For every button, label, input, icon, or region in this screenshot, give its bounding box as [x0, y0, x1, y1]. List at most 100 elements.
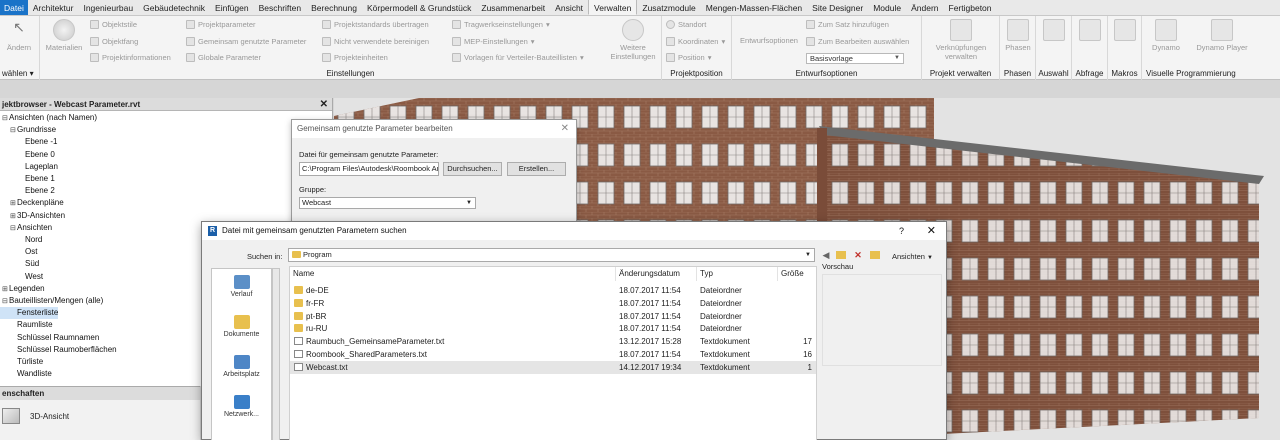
- tree-item[interactable]: Fensterliste: [0, 307, 59, 320]
- panel-schedule-templates-button[interactable]: Vorlagen für Verteiler-Bauteillisten ▾: [452, 53, 584, 62]
- tab-ändern[interactable]: Ändern: [906, 0, 943, 15]
- tree-item[interactable]: ⊞Deckenpläne: [0, 197, 64, 209]
- selection-button[interactable]: [1042, 19, 1066, 43]
- delete-icon[interactable]: ✕: [853, 250, 863, 260]
- macros-button[interactable]: [1113, 19, 1137, 43]
- file-row[interactable]: pt-BR 18.07.2017 11:54 Dateiordner: [290, 310, 816, 323]
- file-row[interactable]: ru-RU 18.07.2017 11:54 Dateiordner: [290, 322, 816, 335]
- close-icon[interactable]: ✕: [320, 98, 328, 111]
- position-button[interactable]: Position ▾: [666, 53, 711, 62]
- tree-item[interactable]: Schlüssel Raumoberflächen: [0, 344, 117, 356]
- tab-datei[interactable]: Datei: [0, 0, 28, 15]
- column-header-size[interactable]: Größe: [778, 267, 816, 281]
- tab-gebäudetechnik[interactable]: Gebäudetechnik: [138, 0, 210, 15]
- up-folder-icon[interactable]: [836, 251, 846, 259]
- expand-toggle-icon[interactable]: ⊞: [10, 198, 17, 210]
- expand-toggle-icon[interactable]: ⊞: [2, 284, 9, 296]
- mep-settings-button[interactable]: MEP-Einstellungen ▾: [452, 37, 535, 46]
- dynamo-button[interactable]: Dynamo: [1146, 19, 1186, 52]
- look-in-select[interactable]: Program ▼: [288, 248, 815, 262]
- tree-item[interactable]: Raumliste: [0, 319, 53, 331]
- tree-item[interactable]: Ebene 2: [0, 185, 55, 197]
- expand-toggle-icon[interactable]: ⊟: [2, 113, 9, 125]
- tab-körpermodell-grundstück[interactable]: Körpermodell & Grundstück: [362, 0, 476, 15]
- expand-toggle-icon[interactable]: ⊞: [10, 211, 17, 223]
- file-row[interactable]: de-DE 18.07.2017 11:54 Dateiordner: [290, 284, 816, 297]
- manage-links-button[interactable]: Verknüpfungen verwalten: [924, 19, 998, 61]
- tree-item[interactable]: ⊟Bauteillisten/Mengen (alle): [0, 295, 103, 307]
- materials-button[interactable]: Materialien: [44, 19, 84, 52]
- tab-einfügen[interactable]: Einfügen: [210, 0, 254, 15]
- tree-item[interactable]: Nord: [0, 234, 42, 246]
- tree-item[interactable]: Ebene -1: [0, 136, 57, 148]
- tree-item[interactable]: Wandliste: [0, 368, 52, 380]
- file-row[interactable]: Raumbuch_GemeinsameParameter.txt 13.12.20…: [290, 335, 816, 348]
- structural-settings-button[interactable]: Tragwerkseinstellungen ▾: [452, 20, 550, 29]
- expand-toggle-icon[interactable]: ⊟: [10, 223, 17, 235]
- tab-ingenieurbau[interactable]: Ingenieurbau: [78, 0, 138, 15]
- phases-button[interactable]: Phasen: [1002, 19, 1034, 52]
- tree-item[interactable]: ⊟Ansichten: [0, 222, 52, 234]
- tab-module[interactable]: Module: [868, 0, 906, 15]
- pick-to-edit-button[interactable]: Zum Bearbeiten auswählen: [806, 37, 909, 46]
- project-info-button[interactable]: Projektinformationen: [90, 53, 171, 62]
- file-row[interactable]: fr-FR 18.07.2017 11:54 Dateiordner: [290, 297, 816, 310]
- type-selector[interactable]: 3D-Ansicht: [0, 400, 200, 432]
- purge-unused-button[interactable]: Nicht verwendete bereinigen: [322, 37, 429, 46]
- tree-item[interactable]: Ebene 0: [0, 149, 55, 161]
- modify-button[interactable]: ↖ Ändern: [2, 19, 36, 52]
- coordinates-button[interactable]: Koordinaten ▾: [666, 37, 725, 46]
- tree-item[interactable]: ⊞Legenden: [0, 283, 45, 295]
- tab-mengen-massen-flächen[interactable]: Mengen-Massen-Flächen: [701, 0, 807, 15]
- tree-item[interactable]: Ebene 1: [0, 173, 55, 185]
- tree-item[interactable]: West: [0, 271, 43, 283]
- tree-item[interactable]: Lageplan: [0, 161, 58, 173]
- shared-param-file-field[interactable]: C:\Program Files\Autodesk\Roombook An: [299, 162, 439, 176]
- tab-beschriften[interactable]: Beschriften: [254, 0, 307, 15]
- file-row[interactable]: Webcast.txt 14.12.2017 19:34 Textdokument 1: [290, 360, 816, 374]
- places-scrollbar[interactable]: [272, 268, 280, 440]
- object-styles-button[interactable]: Objektstile: [90, 20, 137, 29]
- close-icon[interactable]: ✕: [927, 222, 936, 240]
- browse-button[interactable]: Durchsuchen...: [443, 162, 502, 176]
- add-to-set-button[interactable]: Zum Satz hinzufügen: [806, 20, 889, 29]
- close-icon[interactable]: ✕: [561, 120, 569, 138]
- tree-item[interactable]: ⊟Grundrisse: [0, 124, 56, 136]
- shared-parameters-button[interactable]: Gemeinsam genutzte Parameter: [186, 37, 306, 46]
- project-parameters-button[interactable]: Projektparameter: [186, 20, 256, 29]
- tree-item[interactable]: Süd: [0, 258, 39, 270]
- place-item[interactable]: Verlauf: [212, 275, 271, 298]
- design-options-button[interactable]: Entwurfsoptionen: [736, 36, 802, 45]
- column-header-type[interactable]: Typ: [697, 267, 778, 281]
- main-model-select[interactable]: Basisvorlage ▼: [806, 53, 904, 64]
- tree-item[interactable]: Schlüssel Raumnamen: [0, 332, 99, 344]
- tree-item[interactable]: ⊞3D-Ansichten: [0, 210, 65, 222]
- tree-item[interactable]: Ost: [0, 246, 37, 258]
- views-menu[interactable]: Ansichten ▼: [892, 252, 933, 261]
- global-parameters-button[interactable]: Globale Parameter: [186, 53, 261, 62]
- column-header-name[interactable]: Name: [290, 267, 616, 281]
- back-icon[interactable]: ◀: [821, 250, 831, 260]
- tab-berechnung[interactable]: Berechnung: [306, 0, 362, 15]
- column-header-date[interactable]: Änderungsdatum: [616, 267, 697, 281]
- additional-settings-button[interactable]: Weitere Einstellungen: [608, 19, 658, 61]
- select-dropdown[interactable]: wählen ▾: [0, 69, 39, 78]
- tab-zusatzmodule[interactable]: Zusatzmodule: [637, 0, 700, 15]
- tab-zusammenarbeit[interactable]: Zusammenarbeit: [476, 0, 550, 15]
- location-button[interactable]: Standort: [666, 20, 706, 29]
- tree-item[interactable]: ⊟Ansichten (nach Namen): [0, 112, 97, 124]
- transfer-standards-button[interactable]: Projektstandards übertragen: [322, 20, 429, 29]
- help-button[interactable]: ?: [899, 222, 904, 240]
- place-item[interactable]: Dokumente: [212, 315, 271, 338]
- tab-architektur[interactable]: Architektur: [28, 0, 79, 15]
- expand-toggle-icon[interactable]: ⊟: [2, 296, 9, 308]
- group-select[interactable]: Webcast ▼: [299, 197, 476, 209]
- place-item[interactable]: Netzwerk...: [212, 395, 271, 418]
- project-units-button[interactable]: Projekteinheiten: [322, 53, 388, 62]
- snaps-button[interactable]: Objektfang: [90, 37, 138, 46]
- expand-toggle-icon[interactable]: ⊟: [10, 125, 17, 137]
- new-folder-icon[interactable]: [870, 251, 880, 259]
- tab-site-designer[interactable]: Site Designer: [807, 0, 868, 15]
- tab-verwalten[interactable]: Verwalten: [588, 0, 638, 15]
- tab-ansicht[interactable]: Ansicht: [550, 0, 588, 15]
